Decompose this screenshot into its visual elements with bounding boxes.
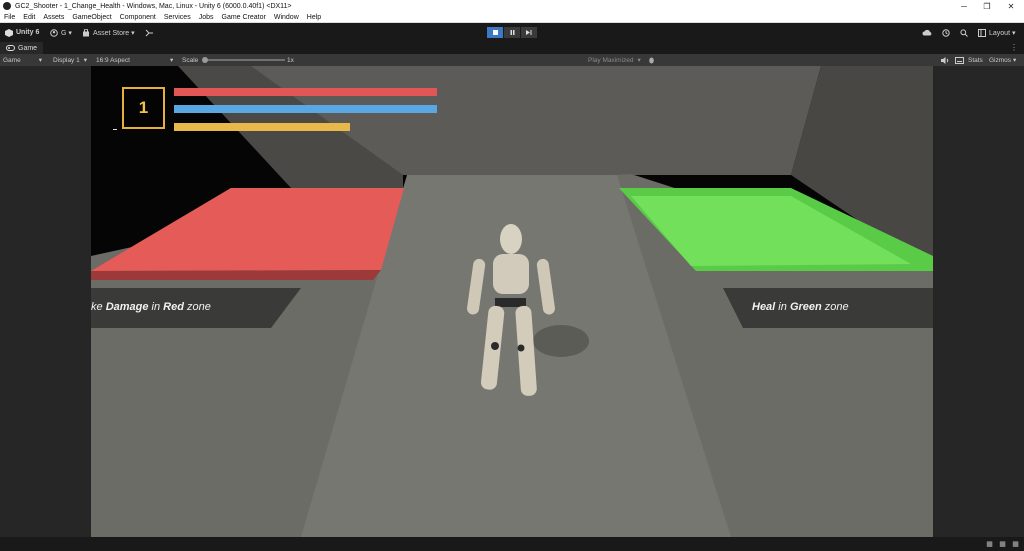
layout-dropdown[interactable]: Layout ▾ bbox=[978, 27, 1015, 38]
green-zone-label: Heal in Green zone bbox=[752, 301, 849, 313]
chevron-down-icon: ▾ bbox=[637, 57, 641, 64]
window-title: GC2_Shooter - 1_Change_Health - Windows,… bbox=[15, 2, 292, 10]
progress-icon[interactable]: ▦ bbox=[985, 540, 994, 548]
scale-slider-track[interactable] bbox=[205, 59, 285, 61]
cloud-button[interactable] bbox=[922, 27, 932, 38]
green-zone-suffix: zone bbox=[821, 301, 849, 313]
chevron-down-icon: ▾ bbox=[1013, 57, 1017, 64]
health-bar bbox=[174, 88, 437, 96]
asset-store-label: Asset Store ▾ bbox=[93, 29, 135, 37]
layout-icon bbox=[978, 28, 986, 37]
play-controls bbox=[487, 27, 537, 38]
frame-debugger-button[interactable] bbox=[648, 54, 655, 66]
menu-gameobject[interactable]: GameObject bbox=[72, 14, 111, 21]
aspect-dropdown[interactable]: 16:9 Aspect ▾ bbox=[96, 54, 173, 66]
stamina-bar bbox=[174, 123, 350, 131]
hud-counter-box: 1 bbox=[122, 87, 165, 129]
menu-window[interactable]: Window bbox=[274, 14, 299, 21]
account-label: G ▾ bbox=[61, 29, 72, 37]
aspect-label: 16:9 Aspect bbox=[96, 56, 130, 64]
play-stop-button[interactable] bbox=[487, 27, 503, 38]
menu-game-creator[interactable]: Game Creator bbox=[222, 14, 266, 21]
menu-component[interactable]: Component bbox=[120, 14, 156, 21]
status-bar: ▦ ▦ ▦ bbox=[0, 537, 1024, 551]
gizmos-label: Gizmos bbox=[989, 56, 1012, 64]
asset-store-dropdown[interactable]: Asset Store ▾ bbox=[82, 27, 135, 38]
view-mode-dropdown[interactable]: Game ▾ bbox=[3, 54, 42, 66]
audio-mute-button[interactable] bbox=[941, 54, 950, 66]
menu-jobs[interactable]: Jobs bbox=[199, 14, 214, 21]
stats-toggle[interactable]: Stats bbox=[968, 54, 983, 66]
red-zone-prefix: ke bbox=[91, 301, 106, 313]
stop-icon bbox=[492, 30, 498, 35]
speaker-icon bbox=[941, 56, 949, 64]
menu-help[interactable]: Help bbox=[307, 14, 321, 21]
tab-options-icon[interactable]: ⋮ bbox=[1010, 43, 1018, 52]
gamepad-icon bbox=[6, 45, 15, 51]
unity-account-button[interactable]: Unity 6 bbox=[5, 27, 39, 38]
minimize-button[interactable]: ─ bbox=[952, 0, 976, 12]
menu-edit[interactable]: Edit bbox=[23, 14, 35, 21]
debug-icon[interactable]: ▦ bbox=[1011, 540, 1020, 548]
scale-label: Scale bbox=[182, 56, 199, 64]
chevron-down-icon: ▾ bbox=[38, 57, 42, 64]
tab-game-label: Game bbox=[18, 44, 38, 52]
account-dropdown[interactable]: G ▾ bbox=[50, 27, 72, 38]
history-button[interactable] bbox=[942, 27, 950, 38]
chevron-down-icon: ▾ bbox=[83, 57, 87, 64]
play-maximized-label: Play Maximized bbox=[588, 56, 634, 64]
version-control-button[interactable] bbox=[145, 27, 154, 38]
unity-logo-icon bbox=[5, 28, 13, 37]
main-toolbar: Unity 6 G ▾ Asset Store ▾ Layout ▾ bbox=[0, 23, 1024, 42]
game-view-toolbar: Game ▾ Display 1 ▾ 16:9 Aspect ▾ Scale 1… bbox=[0, 54, 1024, 66]
close-button[interactable]: ✕ bbox=[999, 0, 1023, 12]
pause-icon bbox=[510, 30, 514, 35]
search-button[interactable] bbox=[960, 27, 968, 38]
red-zone-mid: in bbox=[148, 301, 164, 313]
red-zone-color: Red bbox=[163, 301, 184, 313]
branch-icon bbox=[145, 29, 153, 36]
scale-slider-handle[interactable] bbox=[202, 57, 208, 63]
account-icon bbox=[50, 28, 58, 37]
red-zone-suffix: zone bbox=[183, 301, 211, 313]
green-zone-color: Green bbox=[789, 301, 822, 313]
step-icon bbox=[526, 30, 532, 35]
cloud-icon bbox=[922, 29, 932, 36]
history-icon bbox=[942, 28, 950, 37]
menu-file[interactable]: File bbox=[4, 14, 15, 21]
gizmos-toggle[interactable]: Gizmos ▾ bbox=[989, 54, 1016, 66]
pause-button[interactable] bbox=[504, 27, 520, 38]
chevron-down-icon: ▾ bbox=[169, 57, 174, 64]
view-mode-label: Game bbox=[3, 56, 21, 64]
shopping-bag-icon bbox=[83, 28, 89, 36]
scale-value: 1x bbox=[287, 56, 294, 64]
red-zone-label: ke Damage in Red zone bbox=[91, 301, 211, 313]
green-zone-mid: in bbox=[775, 301, 790, 313]
title-bar: GC2_Shooter - 1_Change_Health - Windows,… bbox=[0, 0, 1024, 12]
shortcuts-button[interactable] bbox=[955, 54, 964, 66]
menu-services[interactable]: Services bbox=[164, 14, 191, 21]
game-viewport[interactable]: 1 ke Damage in Red zone Heal in Green zo… bbox=[91, 66, 933, 537]
step-button[interactable] bbox=[521, 27, 537, 38]
shield-bar bbox=[174, 105, 437, 113]
tab-game[interactable]: Game bbox=[0, 42, 44, 54]
bug-icon bbox=[649, 57, 654, 64]
display-label: Display 1 bbox=[53, 56, 80, 64]
menu-assets[interactable]: Assets bbox=[43, 14, 64, 21]
cursor-mark bbox=[113, 129, 117, 130]
play-maximized-toggle[interactable]: Play Maximized ▾ bbox=[588, 54, 641, 66]
display-dropdown[interactable]: Display 1 ▾ bbox=[53, 54, 87, 66]
unity-app-icon bbox=[3, 2, 11, 10]
unity-label: Unity 6 bbox=[16, 29, 40, 36]
tab-bar: Game ⋮ bbox=[0, 42, 1024, 54]
red-zone-strong: Damage bbox=[105, 301, 149, 313]
menu-bar: File Edit Assets GameObject Component Se… bbox=[0, 12, 1024, 23]
green-zone-strong: Heal bbox=[752, 301, 776, 313]
search-icon bbox=[960, 28, 968, 37]
keyboard-icon bbox=[955, 56, 964, 64]
layout-label: Layout ▾ bbox=[989, 29, 1016, 37]
maximize-button[interactable]: ❐ bbox=[975, 0, 999, 12]
lighting-icon[interactable]: ▦ bbox=[998, 540, 1007, 548]
